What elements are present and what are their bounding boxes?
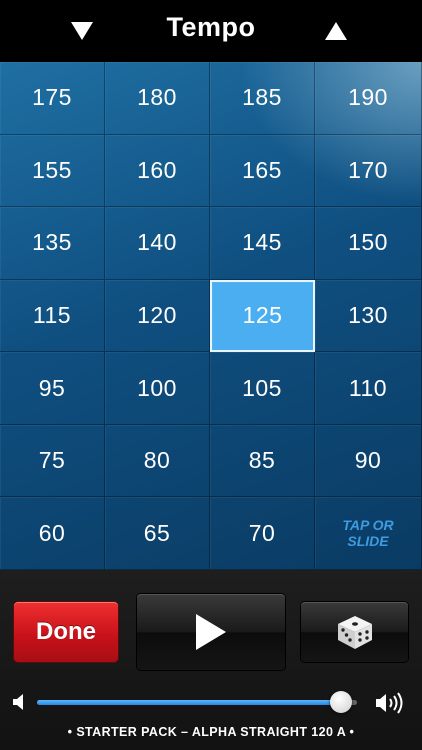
tempo-cell[interactable]: 150 [315,207,422,280]
tempo-cell[interactable]: 140 [105,207,210,280]
tempo-cell[interactable]: 100 [105,352,210,425]
tempo-cell[interactable]: 160 [105,134,210,208]
tempo-cell[interactable]: 175 [0,62,105,135]
speaker-high-icon[interactable] [375,691,407,715]
tempo-cell[interactable]: 120 [105,279,210,353]
volume-slider[interactable] [37,691,357,713]
tempo-cell[interactable]: 180 [105,62,210,135]
tempo-cell[interactable]: 115 [0,279,105,353]
tempo-cell-selected[interactable]: 125 [210,279,315,353]
random-button[interactable] [301,602,408,662]
tempo-cell[interactable]: 185 [210,62,315,135]
tempo-cell[interactable]: 75 [0,424,105,498]
tempo-cell[interactable]: 170 [315,134,422,208]
tempo-cell[interactable]: 190 [315,62,422,135]
volume-slider-thumb[interactable] [330,691,352,713]
tempo-cell[interactable]: 70 [210,497,315,570]
tempo-cell[interactable]: 85 [210,424,315,498]
tempo-cell[interactable]: 95 [0,352,105,425]
speaker-low-icon[interactable] [12,692,28,712]
tempo-cell[interactable]: 60 [0,497,105,570]
header-bar: Tempo [0,0,422,62]
tempo-cell[interactable]: 135 [0,207,105,280]
tempo-cell[interactable]: 105 [210,352,315,425]
volume-row [0,682,422,722]
triangle-up-icon[interactable] [325,22,347,40]
tempo-cell[interactable]: 155 [0,134,105,208]
tap-or-slide-hint[interactable]: TAP OR SLIDE [315,497,422,570]
hint-line: SLIDE [347,533,389,550]
done-button[interactable]: Done [14,602,118,662]
volume-slider-fill [37,700,341,705]
tempo-cell[interactable]: 80 [105,424,210,498]
play-button[interactable] [137,594,285,670]
tempo-grid: 175 180 185 190 155 160 165 170 135 140 145 150 115 1… [0,62,422,570]
tempo-cell[interactable]: 65 [105,497,210,570]
page-title: Tempo [166,12,256,42]
tempo-cell[interactable]: 110 [315,352,422,425]
control-panel: Done • STARTER PACK – ALPHA STRAIGHT 120… [0,570,422,750]
hint-line: TAP OR [342,517,394,534]
tempo-cell[interactable]: 90 [315,424,422,498]
tempo-cell[interactable]: 145 [210,207,315,280]
tempo-cell[interactable]: 130 [315,279,422,353]
now-playing-label: • STARTER PACK – ALPHA STRAIGHT 120 A • [67,725,355,739]
dice-icon [337,616,372,649]
tempo-cell[interactable]: 165 [210,134,315,208]
play-icon [196,614,226,650]
